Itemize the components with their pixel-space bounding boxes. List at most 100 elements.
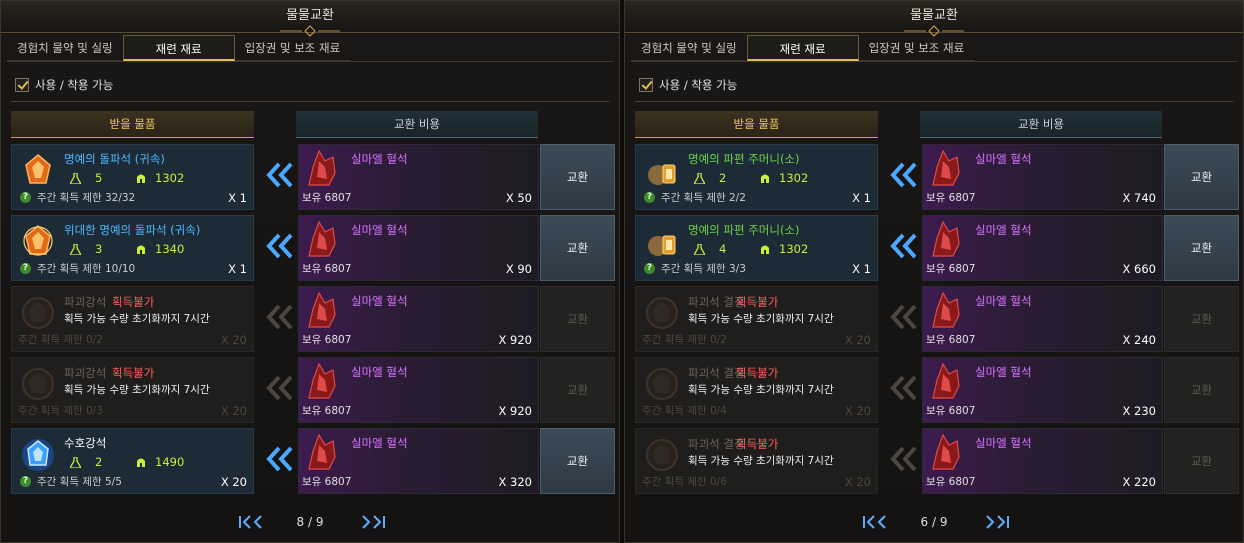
cost-item[interactable]: 실마엘 혈석 보유 6807 X 740 (922, 144, 1163, 210)
receive-item[interactable]: 명예의 파편 주머니(소) 2 1302? 주간 획득 제한 2/2 X 1 (635, 144, 878, 210)
cost-item[interactable]: 실마엘 혈석 보유 6807 X 90 (298, 215, 539, 281)
shard-pouch-icon (644, 224, 680, 260)
destruction-stone-icon (20, 295, 56, 331)
tab-2[interactable]: 입장권 및 보조 재료 (234, 35, 351, 61)
receive-item[interactable]: 파괴석 결정 획득불가 획득 가능 수량 초기화까지 7시간 주간 획득 제한 0/4… (635, 357, 878, 423)
double-chevron-left-icon (261, 231, 297, 261)
tabs-divider (631, 61, 1237, 62)
weekly-limit: ? 주간 획득 제한 32/32 (20, 190, 135, 205)
weekly-limit-text: 주간 획득 제한 3/3 (661, 263, 746, 275)
cost-item[interactable]: 실마엘 혈석 보유 6807 X 240 (922, 286, 1163, 352)
exchange-button[interactable]: 교환 (1164, 357, 1239, 423)
checkbox-checked-icon[interactable] (639, 78, 653, 92)
cost-item-name: 실마엘 혈석 (975, 436, 1032, 450)
question-icon[interactable]: ? (20, 476, 31, 487)
tab-2[interactable]: 입장권 및 보조 재료 (858, 35, 975, 61)
question-icon[interactable]: ? (644, 192, 655, 203)
exchange-button[interactable]: 교환 (540, 357, 615, 423)
cost-item[interactable]: 실마엘 혈석 보유 6807 X 660 (922, 215, 1163, 281)
receive-item[interactable]: 파괴강석 획득불가 획득 가능 수량 초기화까지 7시간 주간 획득 제한 0/3 X … (11, 357, 254, 423)
question-icon[interactable]: ? (644, 263, 655, 274)
page-number: 6 / 9 (920, 515, 948, 529)
receive-quantity: X 20 (220, 475, 247, 489)
exchange-button[interactable]: 교환 (1164, 215, 1239, 281)
pagination: 8 / 9 (1, 513, 619, 533)
flask-icon (694, 172, 705, 184)
cost-quantity: X 920 (498, 404, 532, 418)
cost-item[interactable]: 실마엘 혈석 보유 6807 X 320 (298, 428, 539, 494)
tab-1[interactable]: 재련 재료 (122, 35, 235, 61)
cost-item-name: 실마엘 혈석 (351, 436, 408, 450)
item-level-value: 1302 (779, 242, 809, 256)
cost-item[interactable]: 실마엘 혈석 보유 6807 X 50 (298, 144, 539, 210)
weekly-limit: ? 주간 획득 제한 5/5 (20, 474, 122, 489)
cost-item[interactable]: 실마엘 혈석 보유 6807 X 220 (922, 428, 1163, 494)
exchange-button[interactable]: 교환 (540, 215, 615, 281)
helmet-icon (761, 245, 769, 254)
last-page-icon[interactable] (981, 513, 1011, 531)
destruction-crystal-icon (644, 295, 680, 331)
item-name: 파괴강석 (64, 295, 107, 309)
exchange-row: 파괴강석 획득불가 획득 가능 수량 초기화까지 7시간 주간 획득 제한 0/2 X … (11, 286, 615, 352)
tab-0[interactable]: 경험치 물약 및 실링 (7, 35, 123, 61)
double-chevron-left-icon (885, 160, 921, 190)
item-stat-value: 4 (719, 242, 727, 256)
exchange-row: 파괴석 결정 획득불가 획득 가능 수량 초기화까지 7시간 주간 획득 제한 0/2… (635, 286, 1239, 352)
cost-quantity: X 50 (505, 191, 532, 205)
owned-amount: 보유 6807 (926, 405, 976, 417)
receive-item[interactable]: 위대한 명예의 돌파석 (귀속) 3 1340? 주간 획득 제한 10/10 X 1 (11, 215, 254, 281)
exchange-button[interactable]: 교환 (1164, 144, 1239, 210)
weekly-limit-text: 주간 획득 제한 10/10 (37, 263, 136, 275)
last-page-icon[interactable] (357, 513, 387, 531)
exchange-button[interactable]: 교환 (540, 144, 615, 210)
receive-quantity: X 1 (852, 262, 871, 276)
cost-item[interactable]: 실마엘 혈석 보유 6807 X 230 (922, 357, 1163, 423)
cost-item[interactable]: 실마엘 혈석 보유 6807 X 920 (298, 286, 539, 352)
destruction-crystal-icon (644, 437, 680, 473)
tab-1[interactable]: 재련 재료 (746, 35, 859, 61)
cost-item-name: 실마엘 혈석 (975, 223, 1032, 237)
receive-item[interactable]: 명예의 파편 주머니(소) 4 1302? 주간 획득 제한 3/3 X 1 (635, 215, 878, 281)
reset-timer-text: 획득 가능 수량 초기화까지 7시간 (688, 384, 834, 396)
exchange-button[interactable]: 교환 (540, 428, 615, 494)
flask-icon (70, 456, 81, 468)
question-icon[interactable]: ? (20, 192, 31, 203)
question-icon[interactable]: ? (20, 263, 31, 274)
exchange-button[interactable]: 교환 (1164, 428, 1239, 494)
page-number: 8 / 9 (296, 515, 324, 529)
receive-item[interactable]: 수호강석 2 1490? 주간 획득 제한 5/5 X 20 (11, 428, 254, 494)
exchange-row: 수호강석 2 1490? 주간 획득 제한 5/5 X 20 실마엘 혈석 보유 6807 X… (11, 428, 615, 494)
cost-header: 교환 비용 (296, 111, 538, 138)
exchange-button[interactable]: 교환 (1164, 286, 1239, 352)
unavailable-label: 획득불가 (736, 437, 779, 451)
receive-item[interactable]: 명예의 돌파석 (귀속) 5 1302? 주간 획득 제한 32/32 X 1 (11, 144, 254, 210)
cost-header: 교환 비용 (920, 111, 1162, 138)
reset-timer-text: 획득 가능 수량 초기화까지 7시간 (688, 313, 834, 325)
cost-item-name: 실마엘 혈석 (975, 294, 1032, 308)
usable-filter-checkbox[interactable]: 사용 / 착용 가능 (15, 77, 113, 93)
pagination: 6 / 9 (625, 513, 1243, 533)
helmet-icon (137, 245, 145, 254)
cost-item-name: 실마엘 혈석 (975, 365, 1032, 379)
receive-item[interactable]: 파괴강석 획득불가 획득 가능 수량 초기화까지 7시간 주간 획득 제한 0/2 X … (11, 286, 254, 352)
category-tabs: 경험치 물약 및 실링 재련 재료 입장권 및 보조 재료 (631, 35, 975, 61)
usable-filter-checkbox[interactable]: 사용 / 착용 가능 (639, 77, 737, 93)
owned-amount: 보유 6807 (302, 263, 352, 275)
checkbox-checked-icon[interactable] (15, 78, 29, 92)
owned-amount: 보유 6807 (302, 405, 352, 417)
item-name: 명예의 파편 주머니(소) (688, 152, 800, 166)
blood-ore-icon (927, 147, 963, 187)
receive-item[interactable]: 파괴석 결정 획득불가 획득 가능 수량 초기화까지 7시간 주간 획득 제한 0/2… (635, 286, 878, 352)
receive-item[interactable]: 파괴석 결정 획득불가 획득 가능 수량 초기화까지 7시간 주간 획득 제한 0/6… (635, 428, 878, 494)
blood-ore-icon (927, 431, 963, 471)
double-chevron-left-icon (261, 302, 297, 332)
tab-0[interactable]: 경험치 물약 및 실링 (631, 35, 747, 61)
double-chevron-left-icon (261, 444, 297, 474)
exchange-button[interactable]: 교환 (540, 286, 615, 352)
flask-icon (694, 243, 705, 255)
item-level-value: 1302 (779, 171, 809, 185)
cost-item[interactable]: 실마엘 혈석 보유 6807 X 920 (298, 357, 539, 423)
double-chevron-left-icon (261, 160, 297, 190)
item-stat-value: 5 (95, 171, 103, 185)
blood-ore-icon (303, 431, 339, 471)
